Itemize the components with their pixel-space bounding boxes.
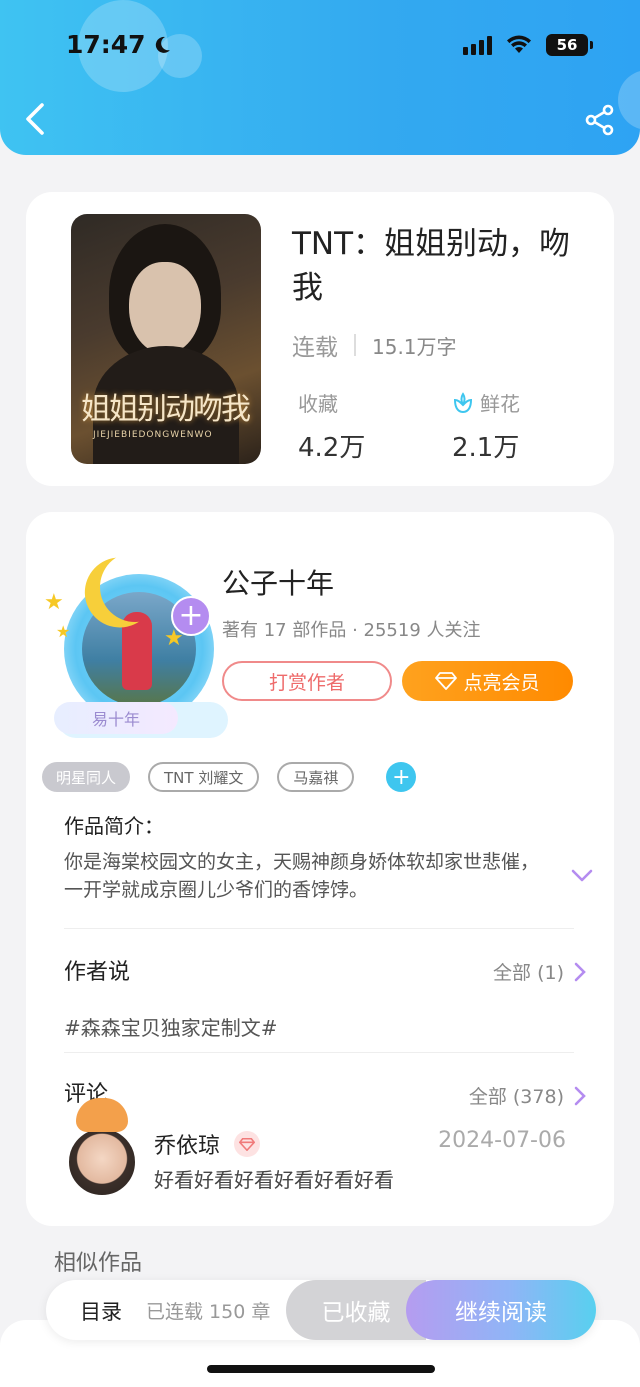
- chapter-progress: 已连载 150 章: [146, 1301, 271, 1323]
- favorites-label: 收藏: [298, 392, 338, 416]
- cover-subtitle: JIEJIEBIEDONGWENWO: [93, 430, 213, 440]
- cover-title: 姐姐别动吻我: [81, 392, 251, 427]
- chevron-right-icon: [574, 1086, 586, 1105]
- toc-button[interactable]: 目录: [80, 1296, 122, 1326]
- flower-icon: [453, 391, 473, 413]
- tag-item[interactable]: 明星同人: [42, 762, 131, 792]
- reward-author-button[interactable]: 打赏作者: [222, 661, 392, 701]
- bottom-action-bar: 目录 已连载 150 章 已收藏 继续阅读: [46, 1280, 596, 1340]
- chevron-down-icon[interactable]: [570, 868, 594, 884]
- chevron-left-icon[interactable]: [22, 102, 50, 136]
- chevron-right-icon: [574, 962, 586, 981]
- author-says-text: #森森宝贝独家定制文#: [64, 1016, 278, 1040]
- book-info-card: 姐姐别动吻我 JIEJIEBIEDONGWENWO TNT：姐姐别动，吻我 连载…: [26, 192, 614, 486]
- flowers-value: 2.1万: [452, 433, 520, 463]
- add-tag-button[interactable]: +: [386, 762, 417, 792]
- status-icons: 56: [463, 34, 593, 56]
- commenter-name[interactable]: 乔依琼: [154, 1128, 220, 1160]
- favorites-stat: 收藏 4.2万: [298, 388, 365, 464]
- divider: [354, 334, 356, 356]
- follow-plus-button[interactable]: +: [171, 596, 211, 636]
- comments-all-label: 全部 (378): [468, 1086, 564, 1108]
- comment-text: 好看好看好看好看好看好看: [154, 1168, 394, 1192]
- decorative-bubble: [618, 70, 640, 130]
- intro-text: 你是海棠校园文的女主，天赐神颜身娇体软却家世悲催，一开学就成京圈儿少爷们的香饽饽…: [64, 851, 540, 901]
- word-count: 15.1万字: [372, 334, 457, 359]
- book-cover[interactable]: 姐姐别动吻我 JIEJIEBIEDONGWENWO: [71, 214, 261, 464]
- author-meta: 著有 17 部作品 · 25519 人关注: [222, 620, 481, 641]
- serial-status: 连载: [292, 335, 338, 361]
- star-decoration: ★: [44, 590, 64, 615]
- moon-icon: [155, 36, 170, 53]
- book-title: TNT：姐姐别动，吻我: [292, 226, 571, 306]
- flowers-stat[interactable]: 鲜花 2.1万: [452, 388, 520, 464]
- tag-item[interactable]: 马嘉祺: [277, 762, 355, 792]
- author-says-all-label: 全部 (1): [493, 962, 564, 984]
- tag-item[interactable]: TNT 刘耀文: [148, 762, 260, 792]
- book-meta: 连载 15.1万字: [292, 328, 457, 362]
- author-name-tag: 易十年: [54, 702, 178, 734]
- divider: [64, 1052, 574, 1053]
- author-says-title: 作者说: [64, 960, 131, 985]
- author-card: ★ ★ ★ + 易十年 公子十年 著有 17 部作品 · 25519 人关注 打…: [26, 512, 614, 1226]
- wifi-icon: [507, 35, 531, 53]
- vip-gem-icon: [234, 1131, 261, 1157]
- top-header: 17:47 56: [0, 0, 640, 155]
- continue-reading-button[interactable]: 继续阅读: [406, 1280, 596, 1340]
- flowers-label-row: 鲜花: [452, 388, 520, 417]
- favorited-button[interactable]: 已收藏: [286, 1280, 426, 1340]
- favorites-value: 4.2万: [298, 433, 366, 463]
- diamond-icon: [435, 672, 458, 690]
- battery-icon: 56: [546, 34, 593, 56]
- tag-list: 明星同人 TNT 刘耀文 马嘉祺 +: [42, 762, 417, 792]
- vip-button[interactable]: 点亮会员: [402, 661, 573, 701]
- similar-works-title: 相似作品: [54, 1251, 143, 1276]
- intro-title: 作品简介：: [64, 814, 164, 838]
- author-says-all-link[interactable]: 全部 (1): [493, 958, 586, 985]
- star-decoration: ★: [56, 622, 71, 641]
- comments-all-link[interactable]: 全部 (378): [469, 1082, 586, 1109]
- share-icon[interactable]: [584, 104, 616, 136]
- comment-date: 2024-07-06: [438, 1128, 566, 1153]
- status-time: 17:47: [66, 30, 172, 59]
- divider: [64, 928, 574, 929]
- author-name[interactable]: 公子十年: [222, 562, 334, 602]
- cellular-signal-icon: [463, 35, 492, 55]
- corgi-decoration: [76, 1098, 128, 1132]
- home-indicator[interactable]: [207, 1365, 435, 1373]
- commenter-row: 乔依琼: [154, 1128, 261, 1160]
- flowers-label: 鲜花: [480, 392, 520, 416]
- clock-text: 17:47: [66, 30, 146, 59]
- vip-label: 点亮会员: [463, 671, 540, 694]
- commenter-avatar[interactable]: [62, 1098, 142, 1208]
- author-avatar[interactable]: ★ ★ ★ +: [44, 552, 228, 738]
